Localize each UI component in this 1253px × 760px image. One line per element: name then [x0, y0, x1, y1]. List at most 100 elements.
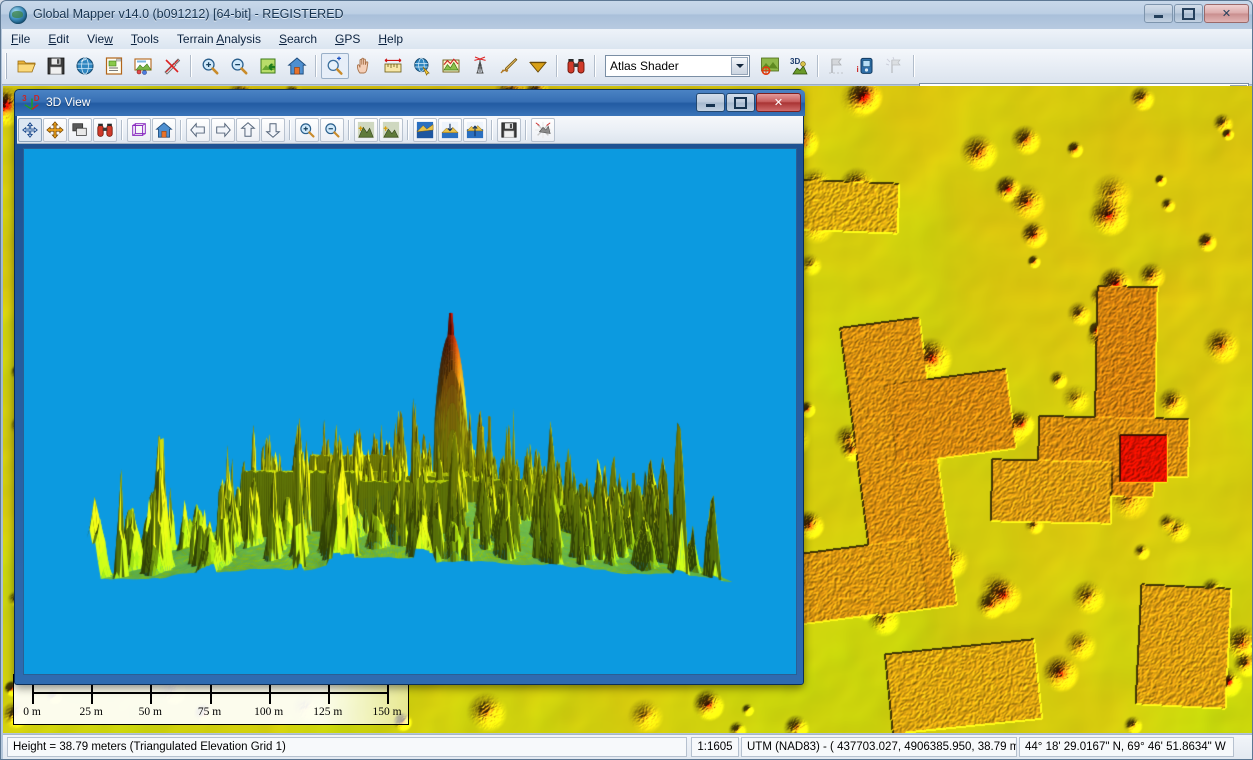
- bounding-box-button[interactable]: [127, 118, 151, 142]
- magnifier-plus-icon: [298, 121, 316, 139]
- toolbar-separator: [289, 120, 290, 140]
- open-online-button[interactable]: [71, 53, 99, 79]
- 3d-minimize-button[interactable]: [696, 93, 725, 112]
- overlay-options-button[interactable]: [129, 53, 157, 79]
- toolbar-separator: [556, 55, 557, 77]
- menu-item-tools[interactable]: Tools: [122, 29, 168, 49]
- close-button[interactable]: ✕: [1204, 4, 1249, 23]
- ruler-measure-icon: [383, 56, 403, 76]
- status-projection: UTM (NAD83) - ( 437703.027, 4906385.950,…: [741, 737, 1017, 757]
- view-properties-button[interactable]: [531, 118, 555, 142]
- open-file-button[interactable]: [13, 53, 41, 79]
- 3d-view-window: 3 D 3D View ✕: [14, 89, 804, 685]
- gps-device-button[interactable]: i: [852, 53, 880, 79]
- path-profile-icon: [441, 56, 461, 76]
- toolbar-grip[interactable]: [4, 53, 11, 79]
- menu-item-edit[interactable]: Edit: [39, 29, 78, 49]
- magnifier-minus-icon: [229, 56, 249, 76]
- title-bar: Global Mapper v14.0 (b091212) [64-bit] -…: [1, 1, 1253, 29]
- increase-vert-exag-button[interactable]: [354, 118, 378, 142]
- menu-item-gps[interactable]: GPS: [326, 29, 369, 49]
- menu-item-search[interactable]: Search: [270, 29, 326, 49]
- show-3d-view-button[interactable]: 3D: [785, 53, 813, 79]
- info-globe-icon: [412, 56, 432, 76]
- arrow-down-icon: [264, 121, 282, 139]
- map-view[interactable]: 3 D 3D View ✕: [3, 86, 1252, 733]
- 3d-scene-canvas[interactable]: [24, 149, 797, 675]
- layers-clipboard-icon: [104, 56, 124, 76]
- control-center-button[interactable]: [100, 53, 128, 79]
- rotate-left-button[interactable]: [186, 118, 210, 142]
- reset-view-button[interactable]: [152, 118, 176, 142]
- magnifier-select-icon: [325, 56, 345, 76]
- toolbar-separator: [817, 55, 818, 77]
- chevron-down-icon[interactable]: [731, 57, 748, 75]
- feature-info-button[interactable]: [408, 53, 436, 79]
- arrow-right-icon: [214, 121, 232, 139]
- gps-marker-button[interactable]: [881, 53, 909, 79]
- full-view-button[interactable]: [283, 53, 311, 79]
- globe-icon: [9, 6, 27, 24]
- toolbar-separator: [491, 120, 492, 140]
- save-image-button[interactable]: [497, 118, 521, 142]
- shader-combo[interactable]: Atlas Shader: [605, 55, 750, 77]
- layers-3d-button[interactable]: [68, 118, 92, 142]
- find-features-button[interactable]: [562, 53, 590, 79]
- zoom-out-3d-button[interactable]: [320, 118, 344, 142]
- zoom-in-3d-button[interactable]: [295, 118, 319, 142]
- raise-water-button[interactable]: [463, 118, 487, 142]
- hand-pan-icon: [354, 56, 374, 76]
- maximize-button[interactable]: [1174, 4, 1203, 23]
- menu-item-view[interactable]: View: [78, 29, 122, 49]
- minimize-button[interactable]: [1144, 4, 1173, 23]
- globe-world-icon: [75, 56, 95, 76]
- pan-3d-button[interactable]: [43, 118, 67, 142]
- lower-water-button[interactable]: [438, 118, 462, 142]
- find-3d-button[interactable]: [93, 118, 117, 142]
- resize-grip[interactable]: [1235, 743, 1249, 757]
- binoculars-icon: [96, 121, 114, 139]
- save-workspace-button[interactable]: [42, 53, 70, 79]
- water-surface-button[interactable]: [413, 118, 437, 142]
- scale-bar-tick: [210, 682, 212, 704]
- zoom-tool-button[interactable]: [321, 53, 349, 79]
- view-shed-button[interactable]: [466, 53, 494, 79]
- zoom-out-button[interactable]: [225, 53, 253, 79]
- tilt-up-button[interactable]: [236, 118, 260, 142]
- magnifier-minus-icon: [323, 121, 341, 139]
- water-level-button[interactable]: [524, 53, 552, 79]
- zoom-in-button[interactable]: [196, 53, 224, 79]
- scale-bar-label: 100 m: [254, 706, 283, 718]
- configure-button[interactable]: [158, 53, 186, 79]
- pan-tool-button[interactable]: [350, 53, 378, 79]
- gps-track-button[interactable]: [823, 53, 851, 79]
- vert-exag-down-icon: [382, 121, 400, 139]
- map-options-icon: [133, 56, 153, 76]
- tools-wrench-icon: [162, 56, 182, 76]
- rotate-right-button[interactable]: [211, 118, 235, 142]
- menu-item-help[interactable]: Help: [369, 29, 412, 49]
- scale-bar-tick: [150, 682, 152, 704]
- 3d-maximize-button[interactable]: [726, 93, 755, 112]
- path-profile-button[interactable]: [437, 53, 465, 79]
- rotate-tool-button[interactable]: [18, 118, 42, 142]
- 3d-view-canvas[interactable]: [23, 148, 797, 675]
- 3d-view-window-controls: ✕: [696, 93, 801, 112]
- menu-item-terrain-analysis[interactable]: Terrain Analysis: [168, 29, 270, 49]
- shader-options-icon: [760, 56, 780, 76]
- svg-text:3D: 3D: [790, 57, 800, 66]
- scale-bar-tick: [32, 682, 34, 704]
- 3d-view-toolbar: [17, 116, 803, 144]
- floppy-save-icon: [500, 121, 518, 139]
- shader-options-button[interactable]: [756, 53, 784, 79]
- window-title: Global Mapper v14.0 (b091212) [64-bit] -…: [33, 7, 344, 21]
- svg-text:D: D: [34, 94, 40, 103]
- status-bar: Height = 38.79 meters (Triangulated Elev…: [3, 734, 1252, 759]
- zoom-layer-button[interactable]: [254, 53, 282, 79]
- menu-item-file[interactable]: File: [2, 29, 39, 49]
- measure-tool-button[interactable]: [379, 53, 407, 79]
- decrease-vert-exag-button[interactable]: [379, 118, 403, 142]
- digitizer-button[interactable]: [495, 53, 523, 79]
- 3d-close-button[interactable]: ✕: [756, 93, 801, 112]
- tilt-down-button[interactable]: [261, 118, 285, 142]
